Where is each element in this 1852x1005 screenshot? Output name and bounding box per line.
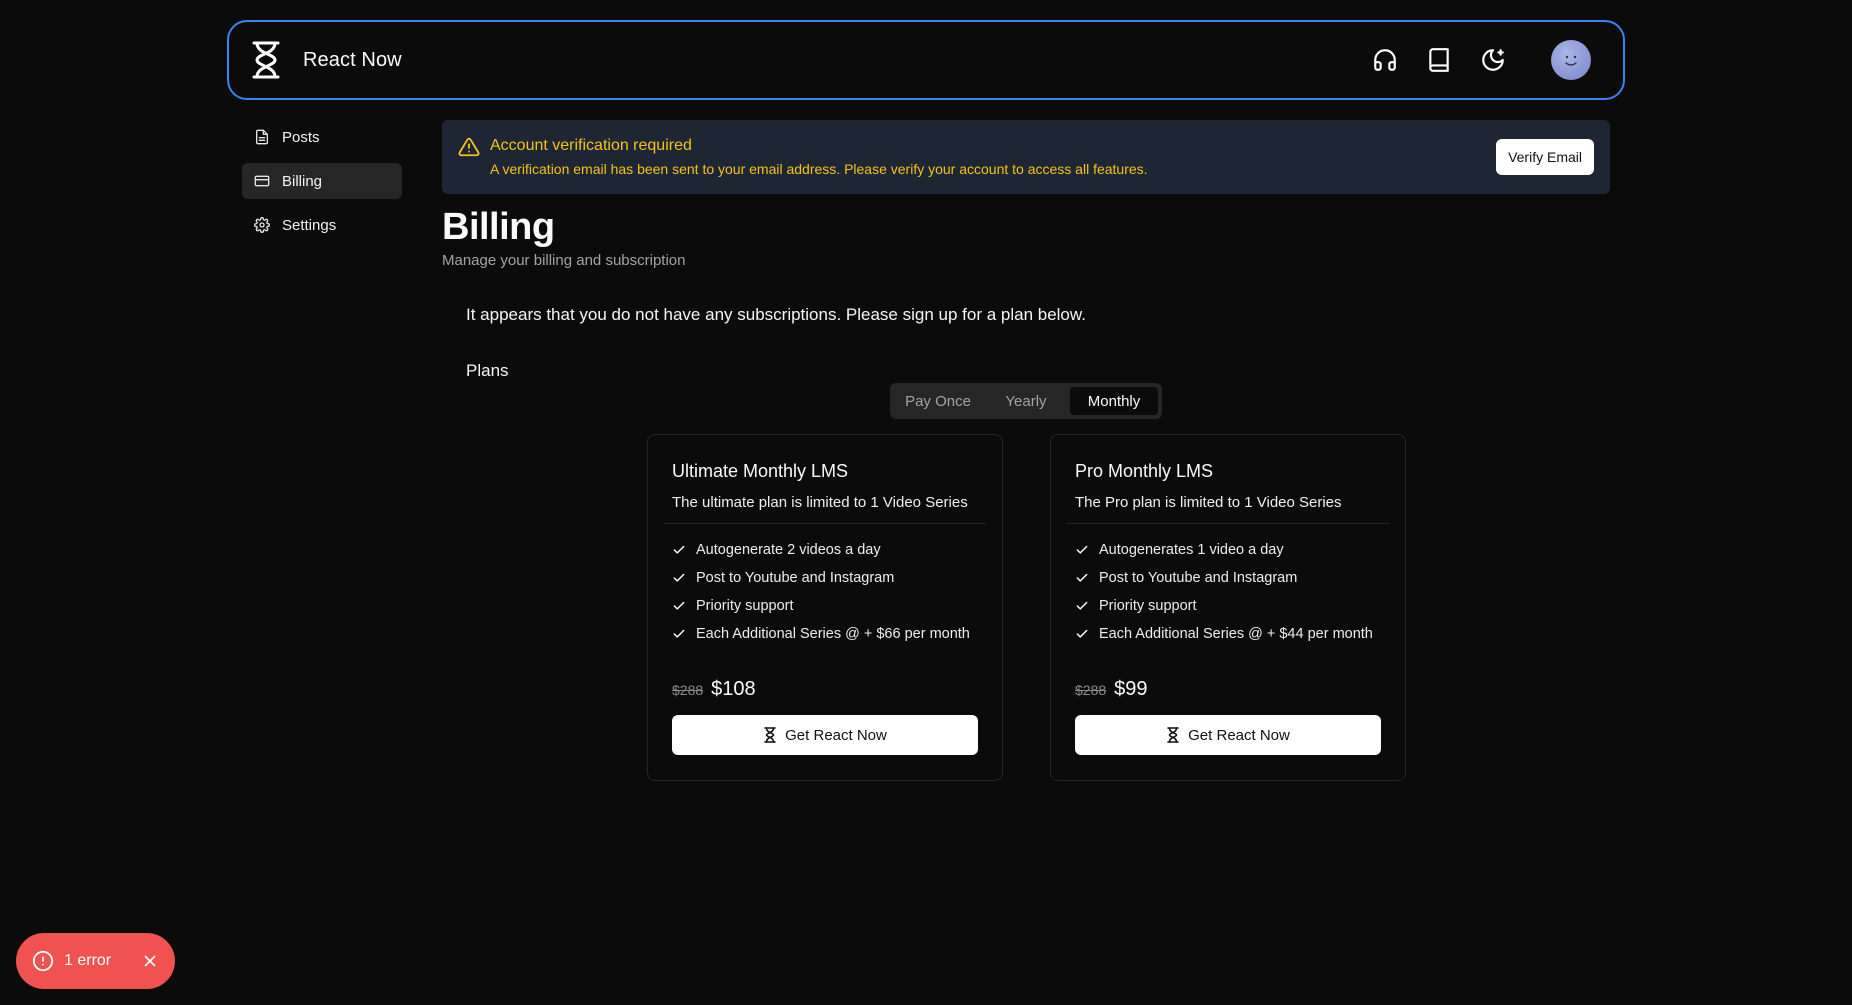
theme-toggle-icon[interactable]	[1479, 46, 1507, 74]
get-react-now-button[interactable]: Get React Now	[1075, 715, 1381, 755]
check-icon	[673, 601, 685, 610]
divider	[664, 523, 986, 524]
gear-icon	[254, 217, 270, 233]
tab-pay-once[interactable]: Pay Once	[894, 387, 982, 415]
check-icon	[1076, 573, 1088, 582]
sidebar-item-billing[interactable]: Billing	[242, 163, 402, 199]
no-subscription-notice: It appears that you do not have any subs…	[466, 305, 1086, 324]
plan-description: The Pro plan is limited to 1 Video Serie…	[1075, 494, 1342, 511]
plan-card-pro: Pro Monthly LMS The Pro plan is limited …	[1050, 434, 1406, 781]
feature-item: Post to Youtube and Instagram	[672, 564, 978, 592]
current-price: $99	[1114, 678, 1148, 700]
hourglass-icon	[764, 727, 776, 743]
check-icon	[673, 629, 685, 638]
price-row: $288 $108	[672, 678, 978, 701]
feature-text: Post to Youtube and Instagram	[1099, 570, 1298, 586]
feature-item: Autogenerates 1 video a day	[1075, 536, 1381, 564]
feature-item: Priority support	[1075, 592, 1381, 620]
page-title: Billing	[442, 206, 555, 248]
brand-logo[interactable]: React Now	[249, 40, 402, 80]
sidebar-item-label: Settings	[282, 216, 337, 234]
divider	[1067, 523, 1389, 524]
verify-email-button[interactable]: Verify Email	[1496, 139, 1594, 175]
button-label: Get React Now	[1188, 726, 1290, 744]
billing-period-toggle: Pay Once Yearly Monthly	[890, 383, 1162, 419]
feature-text: Autogenerates 1 video a day	[1099, 542, 1284, 558]
avatar-face-icon	[1565, 55, 1577, 66]
headphones-icon[interactable]	[1371, 46, 1399, 74]
tab-yearly[interactable]: Yearly	[982, 387, 1070, 415]
get-react-now-button[interactable]: Get React Now	[672, 715, 978, 755]
feature-item: Each Additional Series @ + $66 per month	[672, 620, 978, 648]
sidebar-item-settings[interactable]: Settings	[242, 207, 402, 243]
check-icon	[1076, 545, 1088, 554]
alert-title: Account verification required	[490, 137, 692, 154]
error-count: 1 error	[64, 952, 112, 969]
plans-heading: Plans	[466, 361, 509, 380]
plan-card-ultimate: Ultimate Monthly LMS The ultimate plan i…	[647, 434, 1003, 781]
brand-name: React Now	[303, 48, 402, 71]
sidebar-item-posts[interactable]: Posts	[242, 119, 402, 155]
feature-text: Priority support	[1099, 598, 1197, 614]
feature-item: Priority support	[672, 592, 978, 620]
feature-item: Autogenerate 2 videos a day	[672, 536, 978, 564]
feature-text: Autogenerate 2 videos a day	[696, 542, 881, 558]
warning-icon	[458, 137, 480, 157]
price-row: $288 $99	[1075, 678, 1381, 701]
tab-monthly[interactable]: Monthly	[1070, 387, 1158, 415]
check-icon	[1076, 629, 1088, 638]
verification-alert: Account verification required A verifica…	[442, 120, 1610, 194]
hourglass-icon	[252, 41, 280, 79]
feature-text: Post to Youtube and Instagram	[696, 570, 895, 586]
original-price: $288	[672, 682, 704, 698]
plan-title: Ultimate Monthly LMS	[672, 461, 849, 481]
feature-text: Priority support	[696, 598, 794, 614]
button-label: Get React Now	[785, 726, 887, 744]
plan-description: The ultimate plan is limited to 1 Video …	[672, 494, 968, 511]
plan-title: Pro Monthly LMS	[1075, 461, 1214, 481]
top-nav-bar: React Now	[227, 20, 1625, 100]
page-subtitle: Manage your billing and subscription	[442, 252, 686, 269]
document-icon	[256, 129, 268, 145]
close-icon[interactable]	[141, 952, 159, 970]
alert-description: A verification email has been sent to yo…	[490, 161, 1148, 177]
current-price: $108	[711, 678, 756, 700]
sidebar-item-label: Billing	[282, 172, 323, 190]
user-avatar[interactable]	[1551, 40, 1591, 80]
feature-text: Each Additional Series @ + $44 per month	[1099, 626, 1373, 642]
feature-text: Each Additional Series @ + $66 per month	[696, 626, 970, 642]
feature-item: Post to Youtube and Instagram	[1075, 564, 1381, 592]
hourglass-icon	[1167, 727, 1179, 743]
error-toast[interactable]: 1 error	[16, 933, 175, 989]
sidebar-item-label: Posts	[282, 128, 320, 146]
credit-card-icon	[254, 175, 270, 187]
alert-circle-icon	[32, 950, 54, 972]
check-icon	[673, 573, 685, 582]
book-icon[interactable]	[1425, 46, 1453, 74]
check-icon	[1076, 601, 1088, 610]
check-icon	[673, 545, 685, 554]
sidebar: Posts Billing Settings	[242, 119, 402, 251]
feature-item: Each Additional Series @ + $44 per month	[1075, 620, 1381, 648]
original-price: $288	[1075, 682, 1107, 698]
